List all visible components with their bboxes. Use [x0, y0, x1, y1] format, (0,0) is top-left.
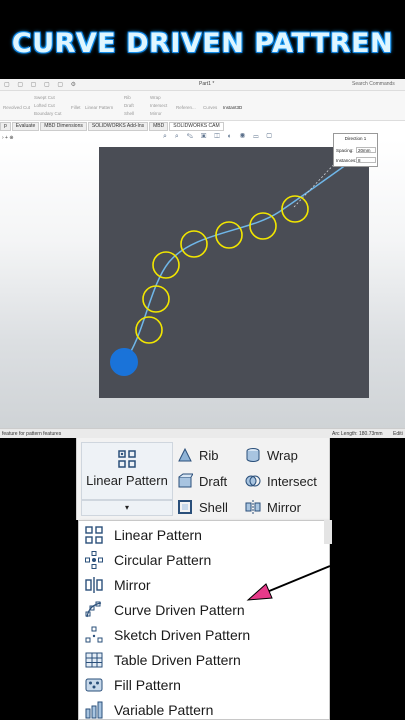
features-ribbon: Revolved Cut Swept Cut Lofted Cut Bounda… — [0, 91, 405, 121]
tab-mbd[interactable]: MBD — [149, 122, 169, 131]
rib-icon — [178, 447, 192, 462]
curve-driven-pattern-icon — [85, 601, 102, 618]
circular-pattern-icon — [85, 551, 103, 569]
variable-pattern-icon — [85, 701, 103, 719]
intersect-small-button[interactable]: Intersect — [150, 103, 167, 108]
draft-label: Draft — [199, 473, 228, 489]
mirror-small-button[interactable]: Mirror — [150, 111, 162, 116]
linear-pattern-icon — [118, 450, 136, 468]
pattern-instance-circle — [142, 285, 170, 313]
instances-field[interactable]: 8 — [356, 157, 376, 163]
rib-button[interactable]: Rib — [177, 447, 219, 463]
reference-geometry-button[interactable]: Referen... — [176, 105, 196, 110]
shell-icon — [178, 500, 192, 514]
intersect-label: Intersect — [267, 473, 317, 489]
draft-button[interactable]: Draft — [177, 473, 227, 489]
draft-icon — [178, 473, 193, 488]
menu-item-fill-pattern[interactable]: Fill Pattern — [79, 673, 331, 697]
driving-curve — [123, 151, 365, 363]
wrap-small-button[interactable]: Wrap — [150, 95, 161, 100]
mirror-button[interactable]: Mirror — [245, 499, 301, 515]
table-driven-pattern-icon — [85, 652, 103, 668]
menu-item-label: Curve Driven Pattern — [114, 602, 245, 618]
pattern-instance-circle — [249, 212, 277, 240]
fillet-button[interactable]: Fillet — [71, 105, 81, 110]
sketch-driven-pattern-icon — [85, 626, 103, 643]
mirror-icon — [85, 577, 103, 593]
tab-solidworks-addins[interactable]: SOLIDWORKS Add-Ins — [87, 122, 149, 131]
direction-callout: Direction 1 Spacing: 20mm Instances: 8 — [333, 133, 378, 167]
curves-button[interactable]: Curves — [203, 105, 217, 110]
status-message: feature for pattern features — [2, 431, 62, 437]
menu-item-variable-pattern[interactable]: Variable Pattern — [79, 698, 331, 720]
menu-item-linear-pattern[interactable]: Linear Pattern — [79, 523, 331, 547]
pattern-dropdown-toggle[interactable]: ▾ — [81, 500, 173, 516]
graphics-canvas[interactable] — [99, 147, 369, 398]
arc-length-readout: Arc Length: 180.73mm — [332, 431, 383, 437]
wrap-icon — [246, 448, 260, 462]
title-bar: ▢ ▢ ▢ ▢ ▢ ⚙ Part1 * Search Commands — [0, 79, 405, 91]
menu-item-sketch-driven-pattern[interactable]: Sketch Driven Pattern — [79, 623, 331, 647]
linear-pattern-button[interactable]: Linear Pattern — [81, 442, 173, 500]
wrap-label: Wrap — [267, 447, 298, 463]
seed-circle — [110, 348, 138, 376]
menu-item-label: Variable Pattern — [114, 702, 214, 718]
rib-label: Rib — [199, 447, 219, 463]
menu-item-label: Fill Pattern — [114, 677, 181, 693]
swept-cut-button[interactable]: Swept Cut — [34, 95, 55, 100]
menu-item-label: Table Driven Pattern — [114, 652, 241, 668]
spacing-label: Spacing: — [336, 148, 354, 153]
spacing-field[interactable]: 20mm — [356, 147, 376, 153]
status-bar: feature for pattern features Arc Length:… — [0, 428, 405, 438]
tab-evaluate[interactable]: Evaluate — [11, 122, 40, 131]
document-title: Part1 * — [199, 81, 215, 87]
rib-small-button[interactable]: Rib — [124, 95, 131, 100]
draft-small-button[interactable]: Draft — [124, 103, 134, 108]
revolved-cut-button[interactable]: Revolved Cut — [3, 105, 30, 110]
shell-button[interactable]: Shell — [177, 499, 228, 515]
menu-item-label: Mirror — [114, 577, 151, 593]
features-ribbon-zoom: Linear Pattern ▾ Rib Draft Shell Wrap In… — [76, 438, 330, 520]
intersect-icon — [245, 475, 261, 487]
intersect-button[interactable]: Intersect — [245, 473, 317, 489]
instances-label: Instances: — [336, 158, 357, 163]
pattern-instance-circle — [281, 195, 309, 223]
pattern-instance-circle — [215, 221, 243, 249]
linear-pattern-small-button[interactable]: Linear Pattern — [85, 105, 113, 110]
pattern-dropdown-menu: Linear Pattern Circular Pattern Mirror C… — [78, 520, 330, 720]
tab-solidworks-cam[interactable]: SOLIDWORKS CAM — [169, 122, 224, 131]
linear-pattern-icon — [85, 526, 103, 544]
linear-pattern-label: Linear Pattern — [86, 473, 168, 488]
menu-item-label: Sketch Driven Pattern — [114, 627, 251, 643]
boundary-cut-button[interactable]: Boundary Cut — [34, 111, 62, 116]
fill-pattern-icon — [85, 678, 103, 692]
curve-pattern-preview — [110, 151, 365, 376]
menu-scrollbar[interactable] — [324, 520, 332, 544]
command-manager-tabs: p Evaluate MBD Dimensions SOLIDWORKS Add… — [0, 122, 224, 131]
video-title: CURVE DRIVEN PATTREN — [11, 28, 394, 59]
instant3d-button[interactable]: Instant3D — [223, 105, 242, 110]
mirror-icon — [245, 500, 261, 514]
pointer-arrow-annotation — [246, 565, 331, 601]
menu-item-label: Circular Pattern — [114, 552, 212, 568]
lofted-cut-button[interactable]: Lofted Cut — [34, 103, 55, 108]
mirror-label: Mirror — [267, 499, 301, 515]
tab-mbd-dimensions[interactable]: MBD Dimensions — [40, 122, 87, 131]
menu-item-table-driven-pattern[interactable]: Table Driven Pattern — [79, 648, 331, 672]
direction-header: Direction 1 — [344, 136, 367, 141]
shell-label: Shell — [199, 499, 228, 515]
tab-p[interactable]: p — [0, 122, 11, 131]
edit-status: Editi — [393, 431, 403, 437]
shell-small-button[interactable]: Shell — [124, 111, 134, 116]
search-commands[interactable]: Search Commands — [352, 81, 395, 87]
menu-item-label: Linear Pattern — [114, 527, 202, 543]
quick-access-icons[interactable]: ▢ ▢ ▢ ▢ ▢ ⚙ — [4, 81, 79, 88]
wrap-button[interactable]: Wrap — [245, 447, 298, 463]
